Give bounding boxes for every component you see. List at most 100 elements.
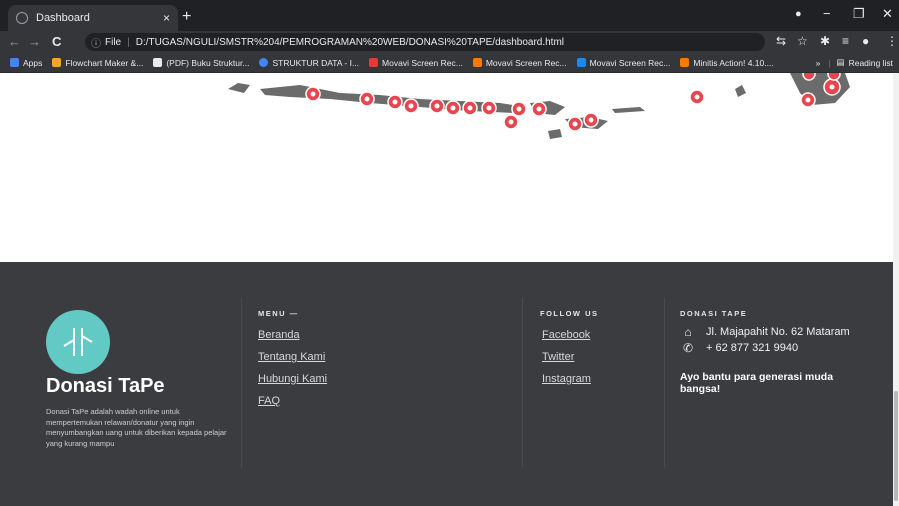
follow-heading: FOLLOW US <box>540 309 599 318</box>
indonesia-map <box>228 73 850 139</box>
location-pin-icon[interactable] <box>481 100 497 116</box>
bookmark-label: Flowchart Maker &... <box>65 57 144 68</box>
about-text: Donasi TaPe adalah wadah online untuk me… <box>46 407 227 448</box>
location-pin-icon[interactable] <box>445 100 461 116</box>
reload-button[interactable]: C <box>52 34 61 49</box>
menu-link-tentang-kami[interactable]: Tentang Kami <box>258 351 325 363</box>
movavi-icon <box>472 58 482 67</box>
footer: Donasi TaPe Donasi TaPe adalah wadah onl… <box>0 262 893 506</box>
extensions-icon[interactable]: ✱ <box>820 34 830 48</box>
maximize-button[interactable]: ❐ <box>853 6 865 22</box>
location-pin-icon[interactable] <box>689 89 705 105</box>
tab-strip: Dashboard × + ● − ❐ ✕ <box>0 0 899 31</box>
new-tab-button[interactable]: + <box>182 8 191 26</box>
info-icon[interactable]: ⓘ <box>91 35 101 50</box>
minimize-button[interactable]: − <box>823 6 831 21</box>
location-pin-icon[interactable] <box>583 112 599 128</box>
reading-queue-icon[interactable]: ≡ <box>842 34 849 48</box>
apps-grid-icon <box>10 58 19 67</box>
globe-icon <box>16 12 28 24</box>
footer-divider <box>522 298 523 468</box>
bookmark-label: Apps <box>23 57 43 68</box>
avatar[interactable]: ● <box>862 34 869 48</box>
location-pin-icon[interactable] <box>511 101 527 117</box>
tab-title: Dashboard <box>36 12 90 24</box>
menu-link-beranda[interactable]: Beranda <box>258 329 300 341</box>
bookmark-label: Movavi Screen Rec... <box>485 57 567 68</box>
address-bar[interactable]: ⓘ File | D:/TUGAS/NGULI/SMSTR%204/PEMROG… <box>85 33 765 51</box>
bookmark-item[interactable]: Apps <box>10 58 42 68</box>
island-shape <box>548 129 562 139</box>
bookmark-item[interactable]: Flowchart Maker &... <box>52 58 143 68</box>
menu-link-hubungi-kami[interactable]: Hubungi Kami <box>258 373 327 385</box>
tab-close-icon[interactable]: × <box>163 11 170 25</box>
bookmark-separator: | <box>828 57 831 68</box>
social-link-facebook[interactable]: Facebook <box>542 329 590 341</box>
location-pin-icon[interactable] <box>802 73 816 81</box>
location-pin-icon[interactable] <box>800 92 816 108</box>
contact-heading: DONASI TAPE <box>680 309 748 318</box>
bookmark-item[interactable]: Movavi Screen Rec... <box>369 58 463 68</box>
social-link-instagram[interactable]: Instagram <box>542 373 591 385</box>
bookmark-label: Movavi Screen Rec... <box>589 57 671 68</box>
address-scheme-label: File <box>105 36 122 48</box>
brand-name: Donasi TaPe <box>46 375 165 397</box>
location-pin-icon[interactable] <box>823 78 841 96</box>
bookmark-label: (PDF) Buku Struktur... <box>166 57 250 68</box>
location-pin-icon[interactable] <box>305 86 321 102</box>
bookmark-item[interactable]: (PDF) Buku Struktur... <box>153 58 249 68</box>
contact-address: ⌂ Jl. Majapahit No. 62 Mataram <box>680 325 850 339</box>
translate-icon[interactable]: ⇆ <box>776 34 786 48</box>
bookmark-item[interactable]: Movavi Screen Rec... <box>576 57 671 68</box>
location-pin-icon[interactable] <box>567 116 583 132</box>
address-url[interactable]: D:/TUGAS/NGULI/SMSTR%204/PEMROGRAMAN%20W… <box>136 37 564 48</box>
location-pin-icon[interactable] <box>387 94 403 110</box>
reading-list-icon: ▤ <box>836 57 845 67</box>
bookmark-item[interactable]: Movavi Screen Rec... <box>472 57 567 68</box>
bookmark-label: STRUKTUR DATA - I... <box>272 57 360 68</box>
tab-dashboard[interactable]: Dashboard × <box>8 5 178 31</box>
footer-divider <box>241 298 242 468</box>
social-link-twitter[interactable]: Twitter <box>542 351 574 363</box>
island-shape <box>735 85 746 97</box>
pdf-icon <box>153 58 163 67</box>
more-bookmarks-button[interactable]: » <box>816 58 821 68</box>
location-pin-icon[interactable] <box>359 91 375 107</box>
location-pin-icon[interactable] <box>503 114 519 130</box>
movavi-icon <box>576 58 586 67</box>
action-icon <box>680 58 690 67</box>
reading-list-button[interactable]: Reading list <box>849 58 893 68</box>
scrollbar-thumb[interactable] <box>894 391 898 501</box>
papua-island-shape <box>790 73 850 105</box>
profile-icon[interactable]: ● <box>795 8 802 20</box>
island-shape <box>228 83 250 93</box>
bookmark-label: Minitis Action! 4.10.... <box>693 57 774 68</box>
flowchart-icon <box>52 58 62 67</box>
island-shape <box>612 107 645 113</box>
address-text: Jl. Majapahit No. 62 Mataram <box>706 326 850 338</box>
movavi-icon <box>369 58 379 67</box>
phone-icon: ✆ <box>682 341 694 355</box>
logo-mark-icon <box>63 328 93 356</box>
address-separator: | <box>127 36 130 48</box>
bookmark-label: Movavi Screen Rec... <box>382 57 463 68</box>
location-pin-icon[interactable] <box>429 98 445 114</box>
bookmark-star-icon[interactable]: ☆ <box>797 34 808 48</box>
location-pin-icon[interactable] <box>531 101 547 117</box>
bookmark-item[interactable]: STRUKTUR DATA - I... <box>259 58 359 68</box>
location-pin-icon[interactable] <box>462 100 478 116</box>
home-icon: ⌂ <box>684 325 692 339</box>
page-scrollbar[interactable] <box>893 73 899 506</box>
brand-logo <box>46 310 110 374</box>
bookmarks-bar: Apps Flowchart Maker &... (PDF) Buku Str… <box>0 53 899 73</box>
bookmark-item[interactable]: Minitis Action! 4.10.... <box>680 57 774 68</box>
menu-link-faq[interactable]: FAQ <box>258 395 280 407</box>
menu-kebab-icon[interactable]: ⋮ <box>886 34 898 48</box>
close-window-button[interactable]: ✕ <box>882 6 893 22</box>
location-pin-icon[interactable] <box>403 98 419 114</box>
menu-heading: MENU — <box>258 309 299 318</box>
forward-button[interactable]: → <box>28 34 41 49</box>
location-pin-icon[interactable] <box>827 73 841 81</box>
page-viewport: Donasi TaPe Donasi TaPe adalah wadah onl… <box>0 73 899 506</box>
back-button[interactable]: ← <box>8 34 21 49</box>
